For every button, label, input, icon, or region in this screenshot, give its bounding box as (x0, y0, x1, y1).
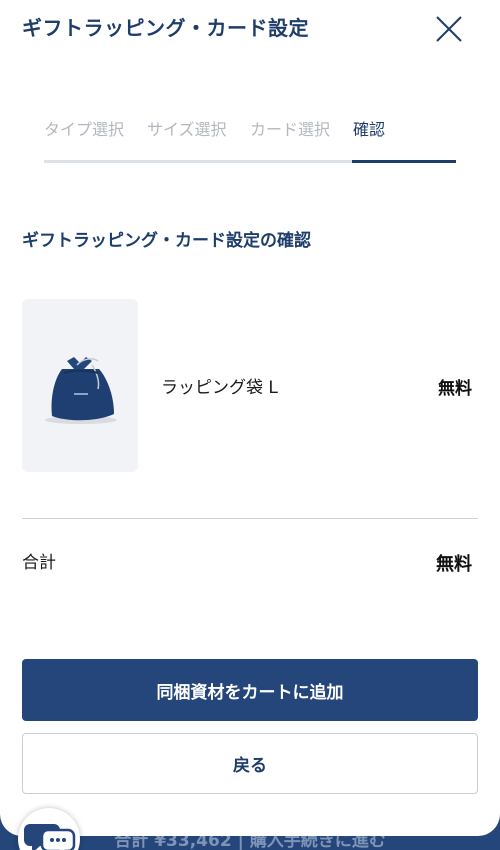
tab-type-select[interactable]: タイプ選択 (44, 116, 124, 140)
total-label: 合計 (22, 553, 56, 573)
close-icon (436, 16, 462, 42)
product-thumbnail (22, 299, 138, 472)
modal-title: ギフトラッピング・カード設定 (22, 16, 309, 40)
chat-button[interactable] (18, 808, 80, 850)
tab-confirm[interactable]: 確認 (353, 116, 385, 140)
gift-wrapping-modal: ギフトラッピング・カード設定 タイプ選択 サイズ選択 カード選択 確認 ギフトラ… (0, 0, 500, 836)
tab-progress-active (352, 160, 456, 163)
chat-bubble-icon (24, 824, 76, 850)
close-button[interactable] (432, 12, 466, 46)
product-name: ラッピング袋 L (161, 378, 278, 398)
total-value: 無料 (436, 554, 472, 575)
gift-bag-image (45, 357, 117, 424)
tab-card-select[interactable]: カード選択 (250, 116, 330, 140)
step-tabs: タイプ選択 サイズ選択 カード選択 確認 (44, 116, 456, 164)
confirm-section-title: ギフトラッピング・カード設定の確認 (22, 231, 311, 251)
add-to-cart-button[interactable]: 同梱資材をカートに追加 (22, 659, 478, 721)
tab-size-select[interactable]: サイズ選択 (147, 116, 227, 140)
back-label: 戻る (233, 756, 267, 776)
add-to-cart-label: 同梱資材をカートに追加 (156, 682, 344, 703)
summary-divider (22, 518, 478, 519)
product-price: 無料 (438, 379, 472, 399)
back-button[interactable]: 戻る (22, 733, 478, 794)
